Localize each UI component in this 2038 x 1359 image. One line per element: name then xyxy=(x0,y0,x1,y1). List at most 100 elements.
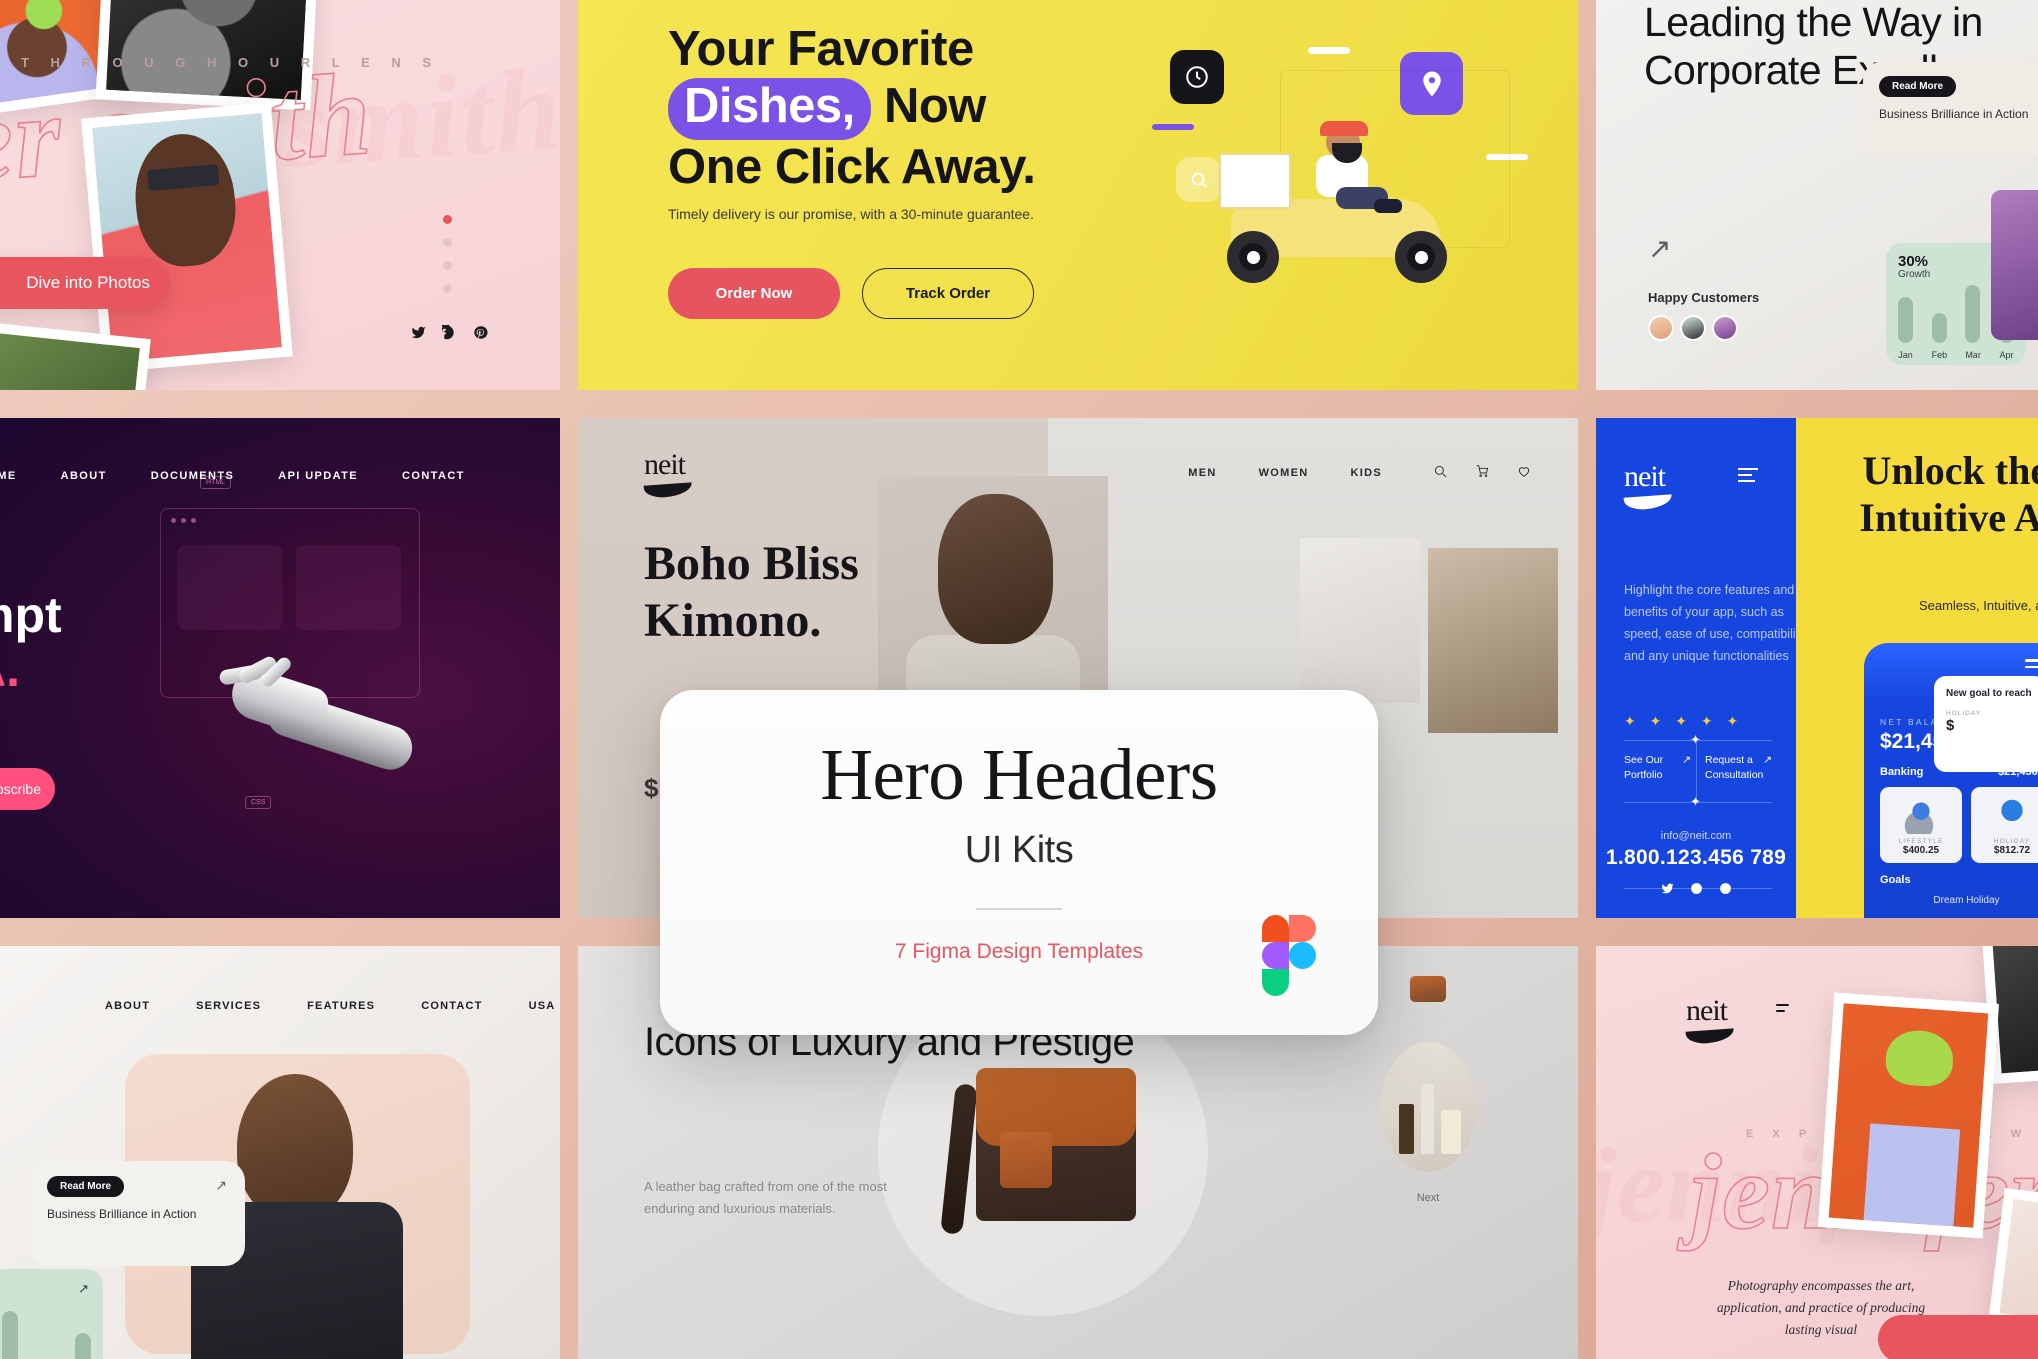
region-label: USA xyxy=(528,999,556,1012)
goal-note-card[interactable]: New goal to reach HOLIDAY $ xyxy=(1934,676,2038,772)
overlay-note: 7 Figma Design Templates xyxy=(894,939,1144,963)
menu-icon[interactable] xyxy=(2025,659,2038,672)
brand-logo-neit[interactable]: neit xyxy=(1685,994,1735,1045)
code-tag-html: HTML xyxy=(200,476,232,489)
carousel-dots[interactable] xyxy=(443,215,452,307)
carousel-dot[interactable] xyxy=(443,238,452,247)
facebook-icon[interactable] xyxy=(437,320,457,345)
banking-label: Banking xyxy=(1880,766,1924,778)
brand-wordmark: neit xyxy=(1624,460,1666,493)
brand-logo-neit[interactable]: neit xyxy=(1623,460,1673,511)
nav-item-men[interactable]: MEN xyxy=(1188,467,1216,479)
nav-item-api-update[interactable]: API UPDATE xyxy=(278,470,358,482)
product-thumb[interactable] xyxy=(1428,548,1558,733)
avatar xyxy=(1648,315,1674,341)
card-label: LIFESTYLE xyxy=(1898,838,1944,845)
food-headline-now: Now xyxy=(883,78,986,133)
product-thumb[interactable] xyxy=(1410,976,1446,1002)
menu-icon[interactable] xyxy=(1776,1004,1789,1016)
read-more-card[interactable]: Read More Business Brilliance in Action xyxy=(1863,62,2038,157)
contact-phone[interactable]: 1.800.123.456 789 xyxy=(1596,846,1796,870)
nav-item-about[interactable]: ABOUT xyxy=(61,470,107,482)
account-cards[interactable]: LIFESTYLE $400.25 HOLIDAY $812.72 xyxy=(1880,787,2038,863)
pinterest-icon[interactable] xyxy=(1719,882,1732,900)
food-cta-group[interactable]: Order Now Track Order xyxy=(668,268,1034,319)
food-headline: Your Favorite Dishes, Now One Click Away… xyxy=(668,22,1036,196)
panel-business-bottom[interactable]: ABOUT SERVICES FEATURES CONTACT USA ⌄ Re… xyxy=(0,946,560,1359)
nav-item-home[interactable]: HOME xyxy=(0,470,17,482)
carousel-dot[interactable] xyxy=(443,284,452,293)
read-more-card[interactable]: Read More Business Brilliance in Action … xyxy=(30,1161,245,1266)
fashion-nav[interactable]: MEN WOMEN KIDS xyxy=(1188,463,1532,482)
clock-icon xyxy=(1170,50,1224,104)
menu-icon[interactable] xyxy=(1738,468,1758,486)
nav-item-contact[interactable]: CONTACT xyxy=(421,1000,482,1012)
panel-food-delivery[interactable]: Your Favorite Dishes, Now One Click Away… xyxy=(578,0,1578,390)
divider xyxy=(976,908,1062,910)
nav-item-contact[interactable]: CONTACT xyxy=(402,470,465,482)
social-links[interactable] xyxy=(411,320,488,345)
social-links[interactable] xyxy=(1596,882,1796,900)
account-card-lifestyle[interactable]: LIFESTYLE $400.25 xyxy=(1880,787,1962,863)
arrow-up-right-icon: ↗ xyxy=(1682,754,1691,766)
blue-app-links[interactable]: ↗ See Our Portfolio ↗ Request a Consultati… xyxy=(1624,753,1772,783)
photography-cta-button[interactable] xyxy=(1878,1315,2038,1359)
read-more-button[interactable]: Read More xyxy=(47,1176,125,1197)
person-photo xyxy=(1991,190,2038,340)
carousel-dot[interactable] xyxy=(443,261,452,270)
order-now-button[interactable]: Order Now xyxy=(668,268,840,319)
panel-ai-dark[interactable]: HOME ABOUT DOCUMENTS API UPDATE CONTACT … xyxy=(0,418,560,918)
goals-label: Goals xyxy=(1880,874,1911,886)
nav-item-women[interactable]: WOMEN xyxy=(1259,467,1309,479)
nav-item-features[interactable]: FEATURES xyxy=(307,1000,375,1012)
overlay-subtitle: UI Kits xyxy=(964,829,1074,871)
read-more-button[interactable]: Read More xyxy=(1879,76,1957,97)
ai-nav[interactable]: HOME ABOUT DOCUMENTS API UPDATE CONTACT xyxy=(0,470,465,482)
business-nav[interactable]: ABOUT SERVICES FEATURES CONTACT USA ⌄ xyxy=(105,999,554,1012)
cart-icon[interactable] xyxy=(1474,463,1490,482)
figma-logo xyxy=(1262,915,1316,996)
grid-gap xyxy=(560,418,578,918)
note-title: New goal to reach xyxy=(1946,688,2032,699)
hero-headers-overlay-card: Hero Headers UI Kits 7 Figma Design Temp… xyxy=(660,690,1378,1035)
nav-item-services[interactable]: SERVICES xyxy=(196,1000,261,1012)
panel-app-pair: neit Highlight the core features and ben… xyxy=(1596,418,2038,918)
dive-into-photos-button[interactable]: Dive into Photos xyxy=(0,257,170,309)
carousel-dot[interactable] xyxy=(443,215,452,224)
twitter-icon[interactable] xyxy=(1661,882,1674,900)
panel-blue-app[interactable]: neit Highlight the core features and ben… xyxy=(1596,418,1796,918)
product-thumb[interactable] xyxy=(1300,538,1420,703)
growth-chart-card: ↗ xyxy=(0,1269,103,1359)
panel-photography-bottom[interactable]: neit jennifer E X P L O R E T H E W O R … xyxy=(1596,946,2038,1359)
track-order-button[interactable]: Track Order xyxy=(862,268,1034,319)
facebook-icon[interactable] xyxy=(1690,882,1703,900)
contact-email[interactable]: info@neit.com xyxy=(1596,830,1796,842)
template-gallery-grid: er smith D T H R O U G H O U R L E N S e… xyxy=(0,0,2038,1359)
panel-photography-top[interactable]: er smith D T H R O U G H O U R L E N S e… xyxy=(0,0,560,390)
panel-corporate[interactable]: Leading the Way in Corporate Excellence … xyxy=(1596,0,2038,390)
arrow-up-right-icon: ↗ xyxy=(215,1177,227,1193)
region-selector[interactable]: USA ⌄ xyxy=(529,999,560,1012)
brand-logo-neit[interactable]: neit xyxy=(643,448,693,499)
twitter-icon[interactable] xyxy=(411,325,426,345)
photo-thumb xyxy=(1818,992,1999,1239)
subscribe-button[interactable]: bscribe xyxy=(0,768,55,810)
panel-yellow-app[interactable]: Unlock the Power of Intuitive App Design… xyxy=(1796,418,2038,918)
nav-item-kids[interactable]: KIDS xyxy=(1351,467,1382,479)
avatar xyxy=(1712,315,1738,341)
read-more-text: Business Brilliance in Action xyxy=(47,1207,197,1221)
see-our-portfolio-link[interactable]: ↗ See Our Portfolio xyxy=(1624,753,1691,783)
pinterest-icon[interactable] xyxy=(473,325,488,345)
leather-bag-photo xyxy=(938,1036,1168,1236)
note-label: HOLIDAY xyxy=(1946,709,1982,717)
search-icon[interactable] xyxy=(1432,463,1448,482)
product-preview-column[interactable]: Next xyxy=(1378,976,1478,1204)
heart-icon[interactable] xyxy=(1516,463,1532,482)
next-label[interactable]: Next xyxy=(1378,1192,1478,1204)
account-card-holiday[interactable]: HOLIDAY $812.72 xyxy=(1971,787,2038,863)
bar-chart xyxy=(2,1305,91,1359)
food-subtext: Timely delivery is our promise, with a 3… xyxy=(668,206,1034,222)
nav-item-about[interactable]: ABOUT xyxy=(105,1000,150,1012)
request-consultation-link[interactable]: ↗ Request a Consultation xyxy=(1705,753,1772,783)
goal-name: Dream Holiday xyxy=(1933,895,2000,906)
